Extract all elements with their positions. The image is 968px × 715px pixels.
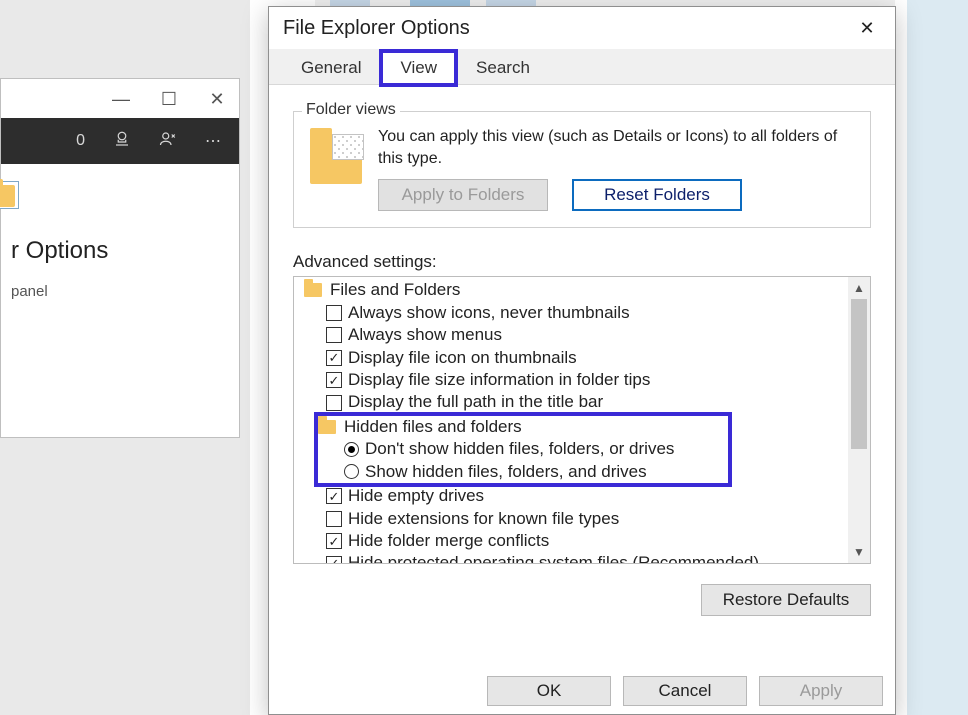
checkbox-icon[interactable]: [326, 395, 342, 411]
bg-body: r Options panel: [1, 165, 239, 437]
tab-general[interactable]: General: [283, 52, 379, 84]
dialog-titlebar: File Explorer Options ✕: [269, 7, 895, 49]
radio-dont-show-hidden[interactable]: Don't show hidden files, folders, or dri…: [318, 438, 728, 460]
bg-dark-toolbar: 0 ⋯: [1, 118, 239, 164]
opt-hide-empty-drives[interactable]: Hide empty drives: [298, 485, 844, 507]
opt-label: Always show menus: [348, 324, 502, 346]
tab-search[interactable]: Search: [458, 52, 548, 84]
apply-to-folders-button: Apply to Folders: [378, 179, 548, 211]
reset-folders-button[interactable]: Reset Folders: [572, 179, 742, 211]
radio-label: Show hidden files, folders, and drives: [365, 461, 647, 483]
checkbox-icon[interactable]: [326, 556, 342, 565]
opt-label: Hide empty drives: [348, 485, 484, 507]
minimize-icon[interactable]: ―: [109, 89, 133, 110]
cancel-button[interactable]: Cancel: [623, 676, 747, 706]
radio-icon[interactable]: [344, 442, 359, 457]
opt-display-file-icon[interactable]: Display file icon on thumbnails: [298, 347, 844, 369]
folder-icon: [318, 420, 336, 434]
tree-label: Hidden files and folders: [344, 416, 522, 438]
opt-label: Hide extensions for known file types: [348, 508, 619, 530]
folder-icon: [304, 283, 322, 297]
hidden-files-highlight: Hidden files and folders Don't show hidd…: [316, 414, 730, 485]
folder-views-desc: You can apply this view (such as Details…: [378, 126, 854, 169]
maximize-icon[interactable]: ☐: [157, 89, 181, 110]
bg-subtitle: panel: [11, 283, 229, 300]
bg-window-controls: ― ☐ ✕: [1, 79, 239, 119]
opt-label: Display the full path in the title bar: [348, 391, 603, 413]
opt-label: Hide protected operating system files (R…: [348, 552, 759, 564]
tab-row: General View Search: [269, 49, 895, 85]
opt-label: Always show icons, never thumbnails: [348, 302, 630, 324]
opt-display-size-tips[interactable]: Display file size information in folder …: [298, 369, 844, 391]
close-icon[interactable]: ✕: [853, 18, 881, 39]
tree-root-label: Files and Folders: [330, 279, 460, 301]
person-icon[interactable]: [159, 130, 177, 153]
tree-hidden-files: Hidden files and folders: [318, 416, 728, 438]
opt-always-menus[interactable]: Always show menus: [298, 324, 844, 346]
folder-icon: [0, 185, 15, 207]
folder-views-icon: [310, 136, 362, 184]
checkbox-icon[interactable]: [326, 327, 342, 343]
dialog-title: File Explorer Options: [283, 17, 470, 40]
advanced-settings-label: Advanced settings:: [293, 252, 871, 272]
folder-views-group: Folder views You can apply this view (su…: [293, 111, 871, 228]
background-right: [907, 0, 968, 715]
file-explorer-options-dialog: File Explorer Options ✕ General View Sea…: [268, 6, 896, 715]
checkbox-icon[interactable]: [326, 533, 342, 549]
stamp-icon[interactable]: [113, 130, 131, 153]
advanced-settings-list: Files and Folders Always show icons, nev…: [293, 276, 871, 564]
bg-title: r Options: [11, 237, 229, 265]
tree-root-files-folders: Files and Folders: [298, 279, 844, 301]
opt-always-icons[interactable]: Always show icons, never thumbnails: [298, 302, 844, 324]
background-window: ― ☐ ✕ 0 ⋯ r Options panel: [0, 78, 240, 438]
bg-zero-label: 0: [76, 132, 85, 150]
scroll-down-icon[interactable]: ▼: [853, 541, 865, 563]
checkbox-icon[interactable]: [326, 305, 342, 321]
checkbox-icon[interactable]: [326, 350, 342, 366]
radio-show-hidden[interactable]: Show hidden files, folders, and drives: [318, 461, 728, 483]
radio-label: Don't show hidden files, folders, or dri…: [365, 438, 674, 460]
tab-view[interactable]: View: [381, 51, 456, 85]
radio-icon[interactable]: [344, 464, 359, 479]
checkbox-icon[interactable]: [326, 488, 342, 504]
scroll-thumb[interactable]: [851, 299, 867, 449]
opt-label: Hide folder merge conflicts: [348, 530, 549, 552]
advanced-settings-content: Files and Folders Always show icons, nev…: [294, 277, 848, 563]
folder-views-label: Folder views: [302, 101, 400, 119]
scroll-up-icon[interactable]: ▲: [853, 277, 865, 299]
opt-label: Display file size information in folder …: [348, 369, 650, 391]
opt-label: Display file icon on thumbnails: [348, 347, 577, 369]
dialog-button-row: OK Cancel Apply: [269, 670, 895, 714]
more-icon[interactable]: ⋯: [205, 131, 221, 151]
restore-defaults-button[interactable]: Restore Defaults: [701, 584, 871, 616]
opt-display-full-path[interactable]: Display the full path in the title bar: [298, 391, 844, 413]
opt-hide-protected-os-files[interactable]: Hide protected operating system files (R…: [298, 552, 844, 564]
opt-hide-merge-conflicts[interactable]: Hide folder merge conflicts: [298, 530, 844, 552]
opt-hide-extensions[interactable]: Hide extensions for known file types: [298, 508, 844, 530]
checkbox-icon[interactable]: [326, 511, 342, 527]
apply-button: Apply: [759, 676, 883, 706]
scrollbar[interactable]: ▲ ▼: [848, 277, 870, 563]
ok-button[interactable]: OK: [487, 676, 611, 706]
checkbox-icon[interactable]: [326, 372, 342, 388]
view-panel: Folder views You can apply this view (su…: [269, 85, 895, 670]
close-icon[interactable]: ✕: [205, 89, 229, 110]
